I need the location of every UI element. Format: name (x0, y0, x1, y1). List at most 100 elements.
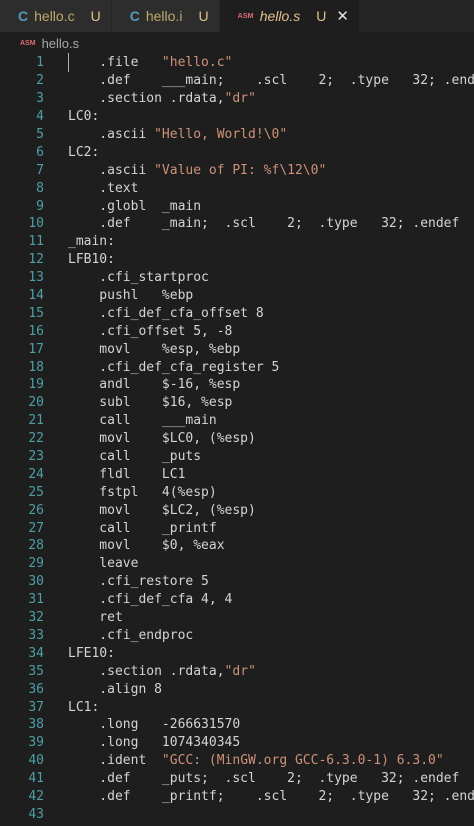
code-text[interactable]: .cfi_endproc (44, 628, 474, 643)
code-text[interactable]: movl $0, %eax (44, 538, 474, 553)
tab-hello-s[interactable]: ASM hello.s U ✕ (219, 0, 360, 32)
code-text[interactable]: .ascii "Value of PI: %f\12\0" (44, 163, 474, 178)
code-line[interactable]: 28 movl $0, %eax (0, 537, 474, 555)
code-text[interactable]: .cfi_def_cfa_register 5 (44, 360, 474, 375)
code-line[interactable]: 27 call _printf (0, 519, 474, 537)
code-text[interactable]: call ___main (44, 413, 474, 428)
code-line[interactable]: 4 LC0: (0, 108, 474, 126)
line-number: 9 (36, 198, 44, 214)
code-line[interactable]: 21 call ___main (0, 412, 474, 430)
code-line[interactable]: 43 (0, 805, 474, 823)
code-line[interactable]: 31 .cfi_def_cfa 4, 4 (0, 591, 474, 609)
code-line[interactable]: 34 LFE10: (0, 644, 474, 662)
code-text[interactable]: movl %esp, %ebp (44, 342, 474, 357)
code-line[interactable]: 12 LFB10: (0, 251, 474, 269)
line-number: 19 (28, 377, 44, 393)
code-text[interactable]: movl $LC0, (%esp) (44, 431, 474, 446)
code-text[interactable]: .long -266631570 (44, 717, 474, 732)
code-line[interactable]: 35 .section .rdata,"dr" (0, 662, 474, 680)
code-line[interactable]: 10 .def _main; .scl 2; .type 32; .endef (0, 215, 474, 233)
code-text[interactable]: .cfi_startproc (44, 270, 474, 285)
code-text[interactable]: .text (44, 181, 474, 196)
line-number: 38 (28, 717, 44, 733)
line-number: 8 (36, 180, 44, 196)
code-line[interactable]: 36 .align 8 (0, 680, 474, 698)
code-text[interactable]: LC1: (44, 700, 474, 715)
tab-hello-i[interactable]: C hello.i U (111, 0, 220, 32)
code-text[interactable]: .def _puts; .scl 2; .type 32; .endef (44, 771, 474, 786)
code-line[interactable]: 38 .long -266631570 (0, 716, 474, 734)
code-text[interactable]: .file "hello.c" (44, 53, 474, 73)
code-text[interactable]: leave (44, 556, 474, 571)
code-text[interactable]: .ident "GCC: (MinGW.org GCC-6.3.0-1) 6.3… (44, 753, 474, 768)
code-text[interactable]: call _printf (44, 521, 474, 536)
code-line[interactable]: 13 .cfi_startproc (0, 269, 474, 287)
line-number: 28 (28, 538, 44, 554)
code-line[interactable]: 26 movl $LC2, (%esp) (0, 501, 474, 519)
code-text[interactable]: .def ___main; .scl 2; .type 32; .endef (44, 73, 474, 88)
code-line[interactable]: 3 .section .rdata,"dr" (0, 90, 474, 108)
code-text[interactable]: .ascii "Hello, World!\0" (44, 127, 474, 142)
code-line[interactable]: 15 .cfi_def_cfa_offset 8 (0, 304, 474, 322)
code-line[interactable]: 40 .ident "GCC: (MinGW.org GCC-6.3.0-1) … (0, 752, 474, 770)
c-file-icon: C (129, 8, 140, 24)
code-text[interactable]: LFB10: (44, 252, 474, 267)
code-text[interactable]: .section .rdata,"dr" (44, 664, 474, 679)
code-line[interactable]: 16 .cfi_offset 5, -8 (0, 322, 474, 340)
code-line[interactable]: 24 fldl LC1 (0, 465, 474, 483)
code-line[interactable]: 11 _main: (0, 233, 474, 251)
code-text[interactable]: .align 8 (44, 682, 474, 697)
code-text[interactable]: LFE10: (44, 646, 474, 661)
code-text[interactable]: .def _main; .scl 2; .type 32; .endef (44, 216, 474, 231)
code-line[interactable]: 32 ret (0, 609, 474, 627)
close-icon[interactable]: ✕ (336, 7, 349, 25)
line-number: 40 (28, 753, 44, 769)
code-line[interactable]: 25 fstpl 4(%esp) (0, 483, 474, 501)
code-text[interactable]: andl $-16, %esp (44, 377, 474, 392)
code-line[interactable]: 1 .file "hello.c" (0, 53, 474, 73)
code-line[interactable]: 30 .cfi_restore 5 (0, 573, 474, 591)
tab-bar-empty-space (359, 0, 474, 32)
code-line[interactable]: 42 .def _printf; .scl 2; .type 32; .ende… (0, 788, 474, 806)
code-line[interactable]: 18 .cfi_def_cfa_register 5 (0, 358, 474, 376)
code-line[interactable]: 5 .ascii "Hello, World!\0" (0, 126, 474, 144)
code-text[interactable]: call _puts (44, 449, 474, 464)
breadcrumb-file[interactable]: hello.s (42, 36, 80, 51)
code-text[interactable]: .cfi_def_cfa_offset 8 (44, 306, 474, 321)
code-text[interactable]: pushl %ebp (44, 288, 474, 303)
asm-file-icon: ASM (237, 12, 254, 20)
code-text[interactable]: ret (44, 610, 474, 625)
code-line[interactable]: 41 .def _puts; .scl 2; .type 32; .endef (0, 770, 474, 788)
code-line[interactable]: 23 call _puts (0, 448, 474, 466)
code-line[interactable]: 29 leave (0, 555, 474, 573)
code-text[interactable]: .cfi_offset 5, -8 (44, 324, 474, 339)
code-line[interactable]: 39 .long 1074340345 (0, 734, 474, 752)
code-text[interactable]: .section .rdata,"dr" (44, 91, 474, 106)
code-text[interactable]: movl $LC2, (%esp) (44, 503, 474, 518)
code-line[interactable]: 22 movl $LC0, (%esp) (0, 430, 474, 448)
code-text[interactable]: .cfi_def_cfa 4, 4 (44, 592, 474, 607)
tab-hello-c[interactable]: C hello.c U (0, 0, 112, 32)
code-text[interactable]: .cfi_restore 5 (44, 574, 474, 589)
code-line[interactable]: 8 .text (0, 179, 474, 197)
code-text[interactable]: .def _printf; .scl 2; .type 32; .endef (44, 789, 474, 804)
code-line[interactable]: 33 .cfi_endproc (0, 627, 474, 645)
code-line[interactable]: 9 .globl _main (0, 197, 474, 215)
code-line[interactable]: 19 andl $-16, %esp (0, 376, 474, 394)
code-line[interactable]: 14 pushl %ebp (0, 287, 474, 305)
code-text[interactable]: .long 1074340345 (44, 735, 474, 750)
code-text[interactable]: fldl LC1 (44, 467, 474, 482)
code-line[interactable]: 17 movl %esp, %ebp (0, 340, 474, 358)
code-text[interactable]: fstpl 4(%esp) (44, 485, 474, 500)
code-line[interactable]: 20 subl $16, %esp (0, 394, 474, 412)
code-text[interactable]: .globl _main (44, 199, 474, 214)
code-text[interactable]: LC2: (44, 145, 474, 160)
code-text[interactable]: _main: (44, 234, 474, 249)
code-line[interactable]: 2 .def ___main; .scl 2; .type 32; .endef (0, 72, 474, 90)
code-line[interactable]: 7 .ascii "Value of PI: %f\12\0" (0, 161, 474, 179)
code-text[interactable]: subl $16, %esp (44, 395, 474, 410)
code-editor[interactable]: 1 .file "hello.c" 2 .def ___main; .scl 2;… (0, 53, 474, 823)
code-text[interactable]: LC0: (44, 109, 474, 124)
code-line[interactable]: 6 LC2: (0, 143, 474, 161)
code-line[interactable]: 37 LC1: (0, 698, 474, 716)
